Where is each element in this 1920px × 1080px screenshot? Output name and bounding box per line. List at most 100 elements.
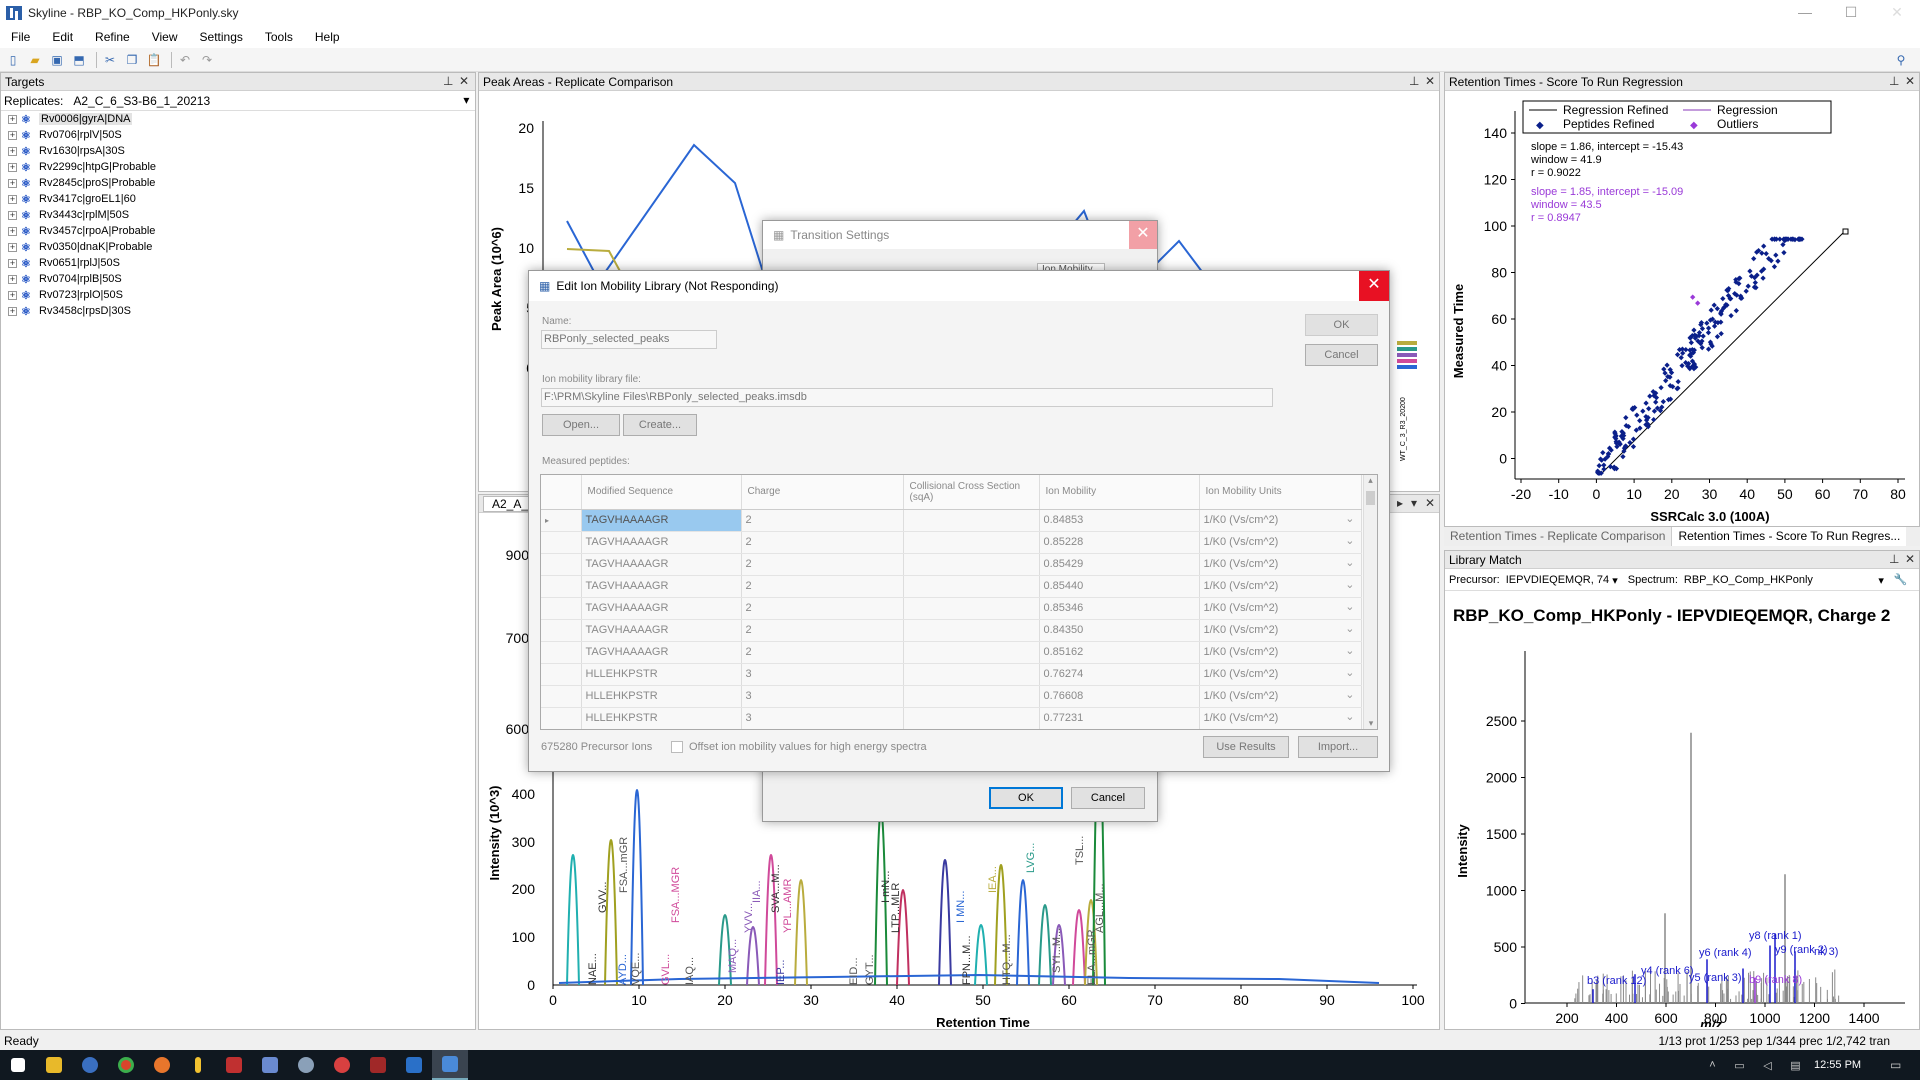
notes-app-icon[interactable]	[252, 1050, 288, 1080]
units-dropdown-cell[interactable]: 1/K0 (Vs/cm^2)	[1199, 553, 1362, 576]
close-dialog-button[interactable]: ✕	[1359, 271, 1389, 301]
chrome-icon[interactable]	[108, 1050, 144, 1080]
ok-button[interactable]: OK	[989, 787, 1063, 809]
app-icon[interactable]	[324, 1050, 360, 1080]
ccs-cell[interactable]	[903, 531, 1040, 554]
close-window-button[interactable]: ✕	[1874, 0, 1920, 26]
charge-cell[interactable]: 2	[741, 575, 904, 598]
column-header[interactable]: Modified Sequence	[581, 475, 742, 510]
charge-cell[interactable]: 2	[741, 531, 904, 554]
table-row[interactable]: HLLEHKPSTR 3 0.76274 1/K0 (Vs/cm^2)	[541, 663, 1362, 686]
terminal-icon[interactable]	[396, 1050, 432, 1080]
charge-cell[interactable]: 3	[741, 663, 904, 686]
sequence-cell[interactable]: TAGVHAAAAGR	[581, 553, 742, 576]
column-header[interactable]: Collisional Cross Section (sqA)	[903, 475, 1040, 510]
file-explorer-icon[interactable]	[36, 1050, 72, 1080]
minimize-button[interactable]: —	[1782, 0, 1828, 26]
menu-help[interactable]: Help	[304, 30, 351, 44]
units-dropdown-cell[interactable]: 1/K0 (Vs/cm^2)	[1199, 531, 1362, 554]
target-protein-row[interactable]: + ⚛ Rv3443c|rplM|50S	[1, 207, 475, 223]
ok-button[interactable]: OK	[1305, 314, 1378, 336]
ccs-cell[interactable]	[903, 575, 1040, 598]
volume-icon[interactable]: ◁	[1763, 1059, 1771, 1072]
sequence-cell[interactable]: TAGVHAAAAGR	[581, 575, 742, 598]
ccs-cell[interactable]	[903, 641, 1040, 664]
menu-edit[interactable]: Edit	[41, 30, 84, 44]
scroll-up-icon[interactable]: ▴	[1364, 475, 1377, 489]
ccs-cell[interactable]	[903, 619, 1040, 642]
sequence-cell[interactable]: TAGVHAAAAGR	[581, 641, 742, 664]
ccs-cell[interactable]	[903, 553, 1040, 576]
cancel-button[interactable]: Cancel	[1071, 787, 1145, 809]
network-icon[interactable]: ▭	[1734, 1059, 1744, 1072]
copy-icon[interactable]: ❐	[123, 51, 141, 69]
save-icon[interactable]: ▣	[48, 51, 66, 69]
units-dropdown-cell[interactable]: 1/K0 (Vs/cm^2)	[1199, 707, 1362, 729]
target-protein-row[interactable]: + ⚛ Rv3458c|rpsD|30S	[1, 303, 475, 319]
table-row[interactable]: TAGVHAAAAGR 2 0.85440 1/K0 (Vs/cm^2)	[541, 575, 1362, 598]
ccs-cell[interactable]	[903, 663, 1040, 686]
expand-icon[interactable]: +	[8, 162, 17, 172]
column-header[interactable]: Ion Mobility Units	[1199, 475, 1362, 510]
charge-cell[interactable]: 2	[741, 509, 904, 532]
ccs-cell[interactable]	[903, 509, 1040, 532]
skyline-taskbar-icon[interactable]	[432, 1050, 468, 1080]
expand-icon[interactable]: +	[8, 306, 17, 316]
target-protein-row[interactable]: + ⚛ Rv3417c|groEL1|60	[1, 191, 475, 207]
open-folder-icon[interactable]: ▰	[26, 51, 44, 69]
units-dropdown-cell[interactable]: 1/K0 (Vs/cm^2)	[1199, 575, 1362, 598]
ion-mobility-cell[interactable]: 0.85429	[1039, 553, 1200, 576]
tab-rt-replicate-comparison[interactable]: Retention Times - Replicate Comparison	[1444, 527, 1673, 546]
target-protein-row[interactable]: + ⚛ Rv2845c|proS|Probable	[1, 175, 475, 191]
target-protein-row[interactable]: + ⚛ Rv2299c|htpG|Probable	[1, 159, 475, 175]
bolt-app-icon[interactable]	[180, 1050, 216, 1080]
grid-scrollbar[interactable]: ▴ ▾	[1363, 475, 1377, 729]
close-pane-icon[interactable]: ✕	[1425, 74, 1435, 88]
sequence-cell[interactable]: HLLEHKPSTR	[581, 663, 742, 686]
chevron-up-icon[interactable]: ˄	[1709, 1059, 1715, 1071]
row-header[interactable]	[541, 641, 582, 664]
paste-icon[interactable]: 📋	[145, 51, 163, 69]
clock[interactable]: 12:55 PM	[1814, 1059, 1861, 1071]
pin-icon[interactable]: ⊥	[1889, 552, 1899, 566]
target-protein-row[interactable]: + ⚛ Rv1630|rpsA|30S	[1, 143, 475, 159]
notification-icon[interactable]: ▭	[1890, 1058, 1901, 1072]
table-row[interactable]: HLLEHKPSTR 3 0.77231 1/K0 (Vs/cm^2)	[541, 707, 1362, 729]
sequence-cell[interactable]: TAGVHAAAAGR	[581, 597, 742, 620]
import-button[interactable]: Import...	[1298, 736, 1378, 758]
keyboard-icon[interactable]: ▤	[1790, 1059, 1800, 1072]
redo-icon[interactable]: ↷	[198, 51, 216, 69]
ion-mobility-cell[interactable]: 0.85228	[1039, 531, 1200, 554]
undo-icon[interactable]: ↶	[176, 51, 194, 69]
firefox-icon[interactable]	[144, 1050, 180, 1080]
target-protein-row[interactable]: + ⚛ Rv0706|rplV|50S	[1, 127, 475, 143]
menu-file[interactable]: File	[0, 30, 41, 44]
target-protein-row[interactable]: + ⚛ Rv3457c|rpoA|Probable	[1, 223, 475, 239]
target-protein-row[interactable]: + ⚛ Rv0006|gyrA|DNA	[1, 111, 475, 127]
pane-menu-icon[interactable]: ▾	[1411, 496, 1417, 510]
ion-mobility-cell[interactable]: 0.76608	[1039, 685, 1200, 708]
menu-tools[interactable]: Tools	[254, 30, 304, 44]
pin-icon[interactable]: ⊥	[1409, 74, 1419, 88]
charge-cell[interactable]: 2	[741, 597, 904, 620]
units-dropdown-cell[interactable]: 1/K0 (Vs/cm^2)	[1199, 663, 1362, 686]
target-protein-row[interactable]: + ⚛ Rv0651|rplJ|50S	[1, 255, 475, 271]
ccs-cell[interactable]	[903, 685, 1040, 708]
table-row[interactable]: HLLEHKPSTR 3 0.76608 1/K0 (Vs/cm^2)	[541, 685, 1362, 708]
ion-mobility-cell[interactable]: 0.77231	[1039, 707, 1200, 729]
table-row[interactable]: TAGVHAAAAGR 2 0.85429 1/K0 (Vs/cm^2)	[541, 553, 1362, 576]
expand-icon[interactable]: +	[8, 226, 17, 236]
row-header[interactable]	[541, 575, 582, 598]
target-protein-row[interactable]: + ⚛ Rv0350|dnaK|Probable	[1, 239, 475, 255]
charge-cell[interactable]: 3	[741, 685, 904, 708]
view-options-icon[interactable]: ⚲	[1892, 51, 1910, 69]
row-header[interactable]	[541, 553, 582, 576]
tab-rt-score-to-run[interactable]: Retention Times - Score To Run Regres...	[1672, 527, 1907, 546]
table-row[interactable]: TAGVHAAAAGR 2 0.85228 1/K0 (Vs/cm^2)	[541, 531, 1362, 554]
maximize-button[interactable]: ☐	[1828, 0, 1874, 26]
ion-mobility-cell[interactable]: 0.76274	[1039, 663, 1200, 686]
precursor-dropdown[interactable]: IEPVDIEQEMQR, 74 ▾	[1506, 574, 1618, 587]
app-icon[interactable]	[360, 1050, 396, 1080]
ion-mobility-cell[interactable]: 0.85346	[1039, 597, 1200, 620]
pin-icon[interactable]: ⊥	[443, 74, 453, 88]
